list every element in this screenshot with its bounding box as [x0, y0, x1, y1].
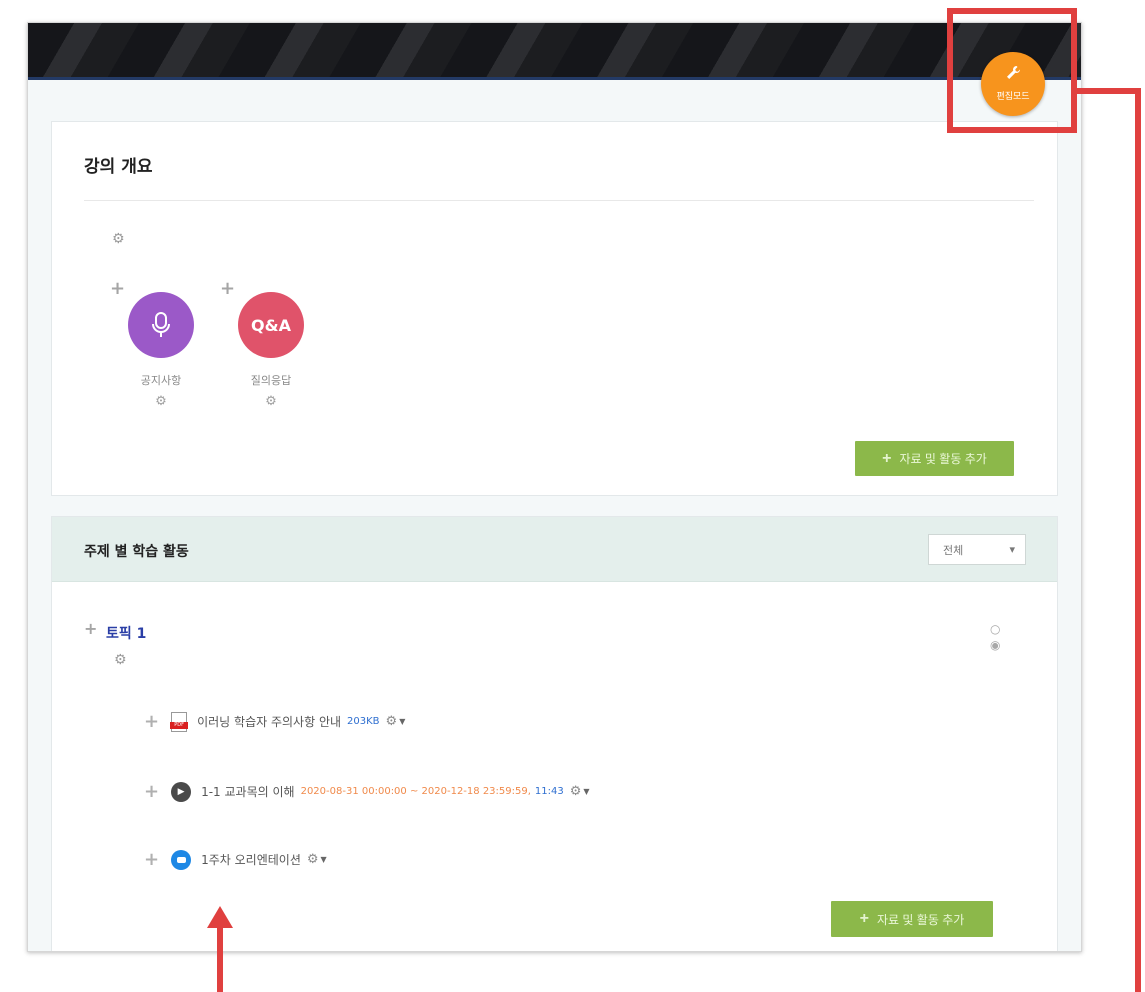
gear-icon[interactable]: ⚙ — [307, 852, 319, 867]
eye-icon[interactable]: ◉ — [990, 637, 1000, 653]
topic-filter-select[interactable]: 전체 ▾ — [928, 534, 1026, 565]
list-item[interactable]: + ▶ 1-1 교과목의 이해 2020-08-31 00:00:00 ~ 20… — [144, 781, 590, 802]
course-page: 편집모드 강의 개요 ⚙ + 공지사항 ⚙ + Q&A 질의응답 ⚙ + 자료 … — [27, 22, 1082, 952]
overview-title: 강의 개요 — [84, 157, 153, 177]
topic-title[interactable]: 토픽 1 — [106, 623, 146, 643]
availability-period: 2020-08-31 00:00:00 ~ 2020-12-18 23:59:5… — [300, 786, 531, 797]
file-size: 203KB — [347, 716, 380, 727]
item-name[interactable]: 이러닝 학습자 주의사항 안내 — [197, 713, 341, 730]
move-handle-plus-icon[interactable]: + — [84, 620, 97, 638]
add-activity-button[interactable]: + 자료 및 활동 추가 — [855, 441, 1014, 476]
caret-down-icon[interactable]: ▼ — [321, 855, 327, 864]
course-overview-panel: 강의 개요 ⚙ + 공지사항 ⚙ + Q&A 질의응답 ⚙ + 자료 및 활동 … — [51, 121, 1058, 496]
activity-label: 공지사항 — [140, 374, 182, 387]
annotation-arrow-up-icon — [207, 906, 233, 928]
filter-value: 전체 — [943, 543, 964, 557]
list-item[interactable]: + PDF 이러닝 학습자 주의사항 안내 203KB ⚙ ▼ — [144, 711, 405, 732]
topic-settings-gear-icon[interactable]: ⚙ — [114, 653, 127, 667]
add-activity-button[interactable]: + 자료 및 활동 추가 — [831, 901, 993, 937]
duration: 11:43 — [534, 786, 564, 797]
plus-icon: + — [859, 910, 870, 927]
play-icon: ▶ — [171, 781, 192, 802]
gear-icon[interactable]: ⚙ — [386, 714, 398, 729]
gear-icon[interactable]: ⚙ — [106, 394, 216, 409]
annotation-connector — [1135, 88, 1141, 992]
lightbulb-icon[interactable]: ○ — [990, 621, 1000, 637]
topics-header: 주제 별 학습 활동 전체 ▾ — [52, 517, 1057, 582]
section-settings-gear-icon[interactable]: ⚙ — [112, 232, 125, 246]
topics-title: 주제 별 학습 활동 — [84, 544, 189, 560]
annotation-arrow-shaft — [217, 926, 223, 992]
chevron-down-icon: ▾ — [1009, 543, 1015, 556]
divider — [84, 200, 1034, 201]
annotation-connector — [1077, 88, 1141, 94]
add-activity-label: 자료 및 활동 추가 — [899, 452, 987, 466]
activity-notice[interactable]: 공지사항 ⚙ — [106, 292, 216, 409]
activity-qna[interactable]: Q&A 질의응답 ⚙ — [216, 292, 326, 409]
caret-down-icon[interactable]: ▼ — [583, 787, 589, 796]
qna-icon: Q&A — [238, 292, 304, 358]
add-activity-label: 자료 및 활동 추가 — [877, 912, 965, 927]
topics-panel: 주제 별 학습 활동 전체 ▾ + 토픽 1 ⚙ ○ ◉ + PDF 이러닝 학… — [51, 516, 1058, 951]
item-name[interactable]: 1-1 교과목의 이해 — [201, 783, 294, 800]
move-handle-plus-icon[interactable]: + — [144, 711, 159, 732]
course-banner — [28, 23, 1081, 80]
microphone-icon — [128, 292, 194, 358]
move-handle-plus-icon[interactable]: + — [144, 781, 159, 802]
item-name[interactable]: 1주차 오리엔테이션 — [201, 851, 301, 868]
pdf-icon: PDF — [170, 711, 189, 732]
caret-down-icon[interactable]: ▼ — [399, 717, 405, 726]
zoom-icon — [171, 849, 192, 870]
topic-side-controls: ○ ◉ — [990, 621, 1000, 653]
activity-label: 질의응답 — [250, 374, 292, 387]
annotation-highlight-box — [947, 8, 1077, 133]
list-item[interactable]: + 1주차 오리엔테이션 ⚙ ▼ — [144, 849, 327, 870]
plus-icon: + — [882, 449, 892, 467]
gear-icon[interactable]: ⚙ — [216, 394, 326, 409]
move-handle-plus-icon[interactable]: + — [144, 849, 159, 870]
gear-icon[interactable]: ⚙ — [570, 784, 582, 799]
